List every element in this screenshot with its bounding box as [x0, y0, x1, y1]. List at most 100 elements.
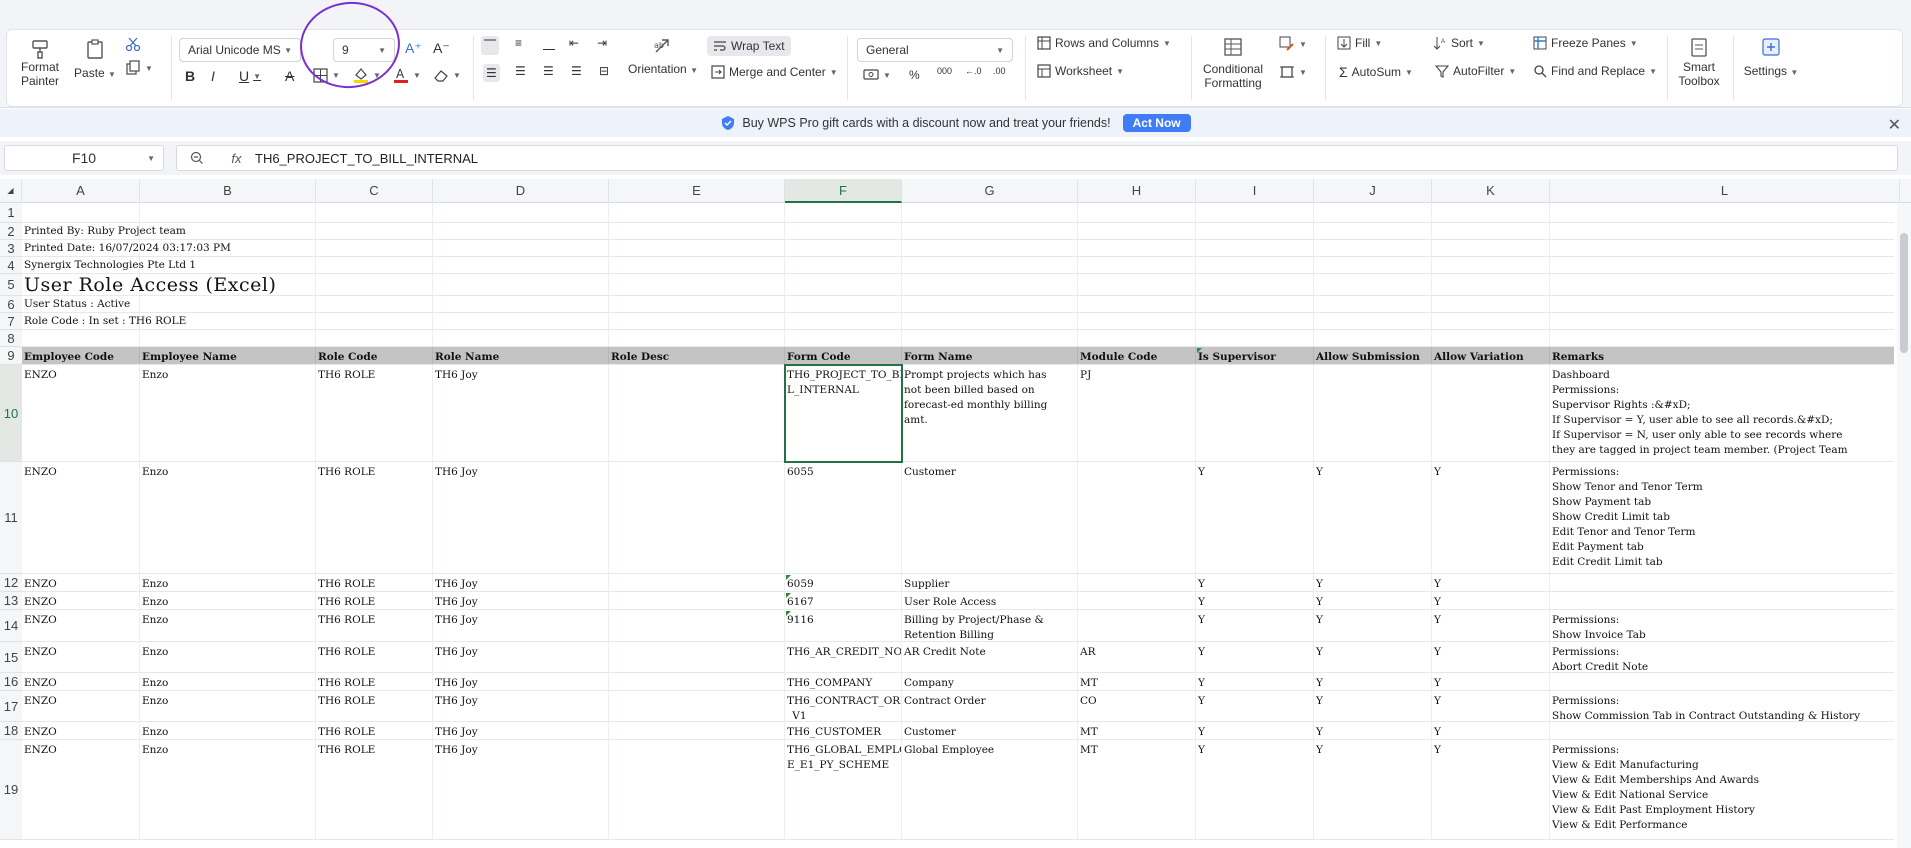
table-cell[interactable]: Y: [1196, 740, 1314, 839]
empty-cell[interactable]: [902, 240, 1078, 256]
table-cell[interactable]: TH6 ROLE: [316, 365, 433, 461]
column-title-form-name[interactable]: Form Name: [902, 347, 1078, 364]
row-header-5[interactable]: 5: [0, 274, 22, 296]
table-cell[interactable]: TH6 ROLE: [316, 462, 433, 573]
table-cell[interactable]: Y: [1432, 691, 1550, 721]
row-header-12[interactable]: 12: [0, 574, 22, 592]
table-cell[interactable]: Enzo: [140, 673, 316, 690]
row-header-9[interactable]: 9: [0, 347, 22, 365]
table-cell[interactable]: Prompt projects which has not been bille…: [902, 365, 1078, 461]
row-header-15[interactable]: 15: [0, 642, 22, 673]
row-header-18[interactable]: 18: [0, 722, 22, 740]
table-cell[interactable]: Y: [1432, 673, 1550, 690]
increase-decimal-button[interactable]: .00: [993, 66, 1006, 76]
empty-cell[interactable]: [785, 313, 902, 329]
empty-cell[interactable]: [433, 257, 609, 273]
empty-cell[interactable]: [1314, 274, 1432, 295]
fill-button[interactable]: Fill ▼: [1337, 36, 1382, 50]
currency-format-button[interactable]: ▼: [863, 68, 891, 82]
table-cell[interactable]: [609, 574, 785, 591]
table-cell[interactable]: Y: [1432, 740, 1550, 839]
table-cell[interactable]: Customer: [902, 462, 1078, 573]
table-cell[interactable]: [609, 610, 785, 641]
table-cell[interactable]: ENZO: [22, 610, 140, 641]
empty-cell[interactable]: [785, 257, 902, 273]
empty-cell[interactable]: [902, 274, 1078, 295]
table-cell[interactable]: [609, 592, 785, 609]
column-header-c[interactable]: C: [316, 179, 433, 203]
empty-cell[interactable]: [1432, 203, 1550, 222]
freeze-panes-button[interactable]: Freeze Panes ▼: [1533, 36, 1638, 50]
table-cell[interactable]: MT: [1078, 722, 1196, 739]
table-cell[interactable]: TH6 ROLE: [316, 673, 433, 690]
empty-cell[interactable]: [1314, 296, 1432, 312]
table-cell[interactable]: 6167: [785, 592, 902, 609]
row-header-13[interactable]: 13: [0, 592, 22, 610]
table-cell[interactable]: [1314, 365, 1432, 461]
distributed-button[interactable]: ⊟: [599, 64, 609, 78]
table-cell[interactable]: ENZO: [22, 642, 140, 672]
justify-button[interactable]: ☰: [571, 64, 582, 78]
empty-cell[interactable]: [1314, 313, 1432, 329]
table-cell[interactable]: Enzo: [140, 462, 316, 573]
table-cell[interactable]: Enzo: [140, 642, 316, 672]
table-cell[interactable]: [609, 462, 785, 573]
table-cell[interactable]: Y: [1314, 610, 1432, 641]
empty-cell[interactable]: [609, 257, 785, 273]
increase-font-button[interactable]: A⁺: [405, 40, 422, 57]
empty-cell[interactable]: [1432, 330, 1550, 346]
table-cell[interactable]: TH6 Joy: [433, 574, 609, 591]
table-cell[interactable]: 9116: [785, 610, 902, 641]
table-cell[interactable]: [1078, 610, 1196, 641]
percent-button[interactable]: %: [909, 68, 920, 82]
table-cell[interactable]: Y: [1196, 673, 1314, 690]
formula-input[interactable]: fx TH6_PROJECT_TO_BILL_INTERNAL: [176, 145, 1898, 171]
align-bottom-button[interactable]: ⎽: [543, 36, 555, 51]
table-cell[interactable]: ENZO: [22, 740, 140, 839]
empty-cell[interactable]: [1196, 296, 1314, 312]
increase-indent-button[interactable]: ⇥: [597, 36, 607, 50]
empty-cell[interactable]: [316, 223, 433, 239]
table-cell[interactable]: [1550, 592, 1900, 609]
empty-cell[interactable]: [433, 274, 609, 295]
column-title-allow-variation[interactable]: Allow Variation: [1432, 347, 1550, 364]
wrap-text-button[interactable]: Wrap Text: [707, 36, 791, 56]
table-cell[interactable]: Dashboard Permissions: Supervisor Rights…: [1550, 365, 1900, 461]
align-top-button[interactable]: ⎺: [481, 36, 500, 55]
align-right-button[interactable]: ☰: [543, 64, 554, 78]
column-title-is-supervisor[interactable]: Is Supervisor: [1196, 347, 1314, 364]
empty-cell[interactable]: [316, 296, 433, 312]
row-header-6[interactable]: 6: [0, 296, 22, 313]
empty-cell[interactable]: [902, 330, 1078, 346]
empty-cell[interactable]: [1078, 296, 1196, 312]
align-left-button[interactable]: ☰: [483, 64, 500, 82]
empty-cell[interactable]: [902, 223, 1078, 239]
table-cell[interactable]: TH6 ROLE: [316, 722, 433, 739]
empty-cell[interactable]: [22, 203, 140, 222]
table-cell[interactable]: Y: [1432, 722, 1550, 739]
table-cell[interactable]: AR Credit Note: [902, 642, 1078, 672]
table-cell[interactable]: [1078, 574, 1196, 591]
table-cell[interactable]: TH6_GLOBAL_EMPLOYE E_E1_PY_SCHEME: [785, 740, 902, 839]
empty-cell[interactable]: [609, 240, 785, 256]
empty-cell[interactable]: [316, 313, 433, 329]
empty-cell[interactable]: [140, 296, 316, 312]
table-cell[interactable]: ENZO: [22, 722, 140, 739]
empty-cell[interactable]: [902, 257, 1078, 273]
worksheet-button[interactable]: Worksheet ▼: [1037, 64, 1124, 78]
table-cell[interactable]: [609, 722, 785, 739]
empty-cell[interactable]: [22, 330, 140, 346]
table-cell[interactable]: Y: [1314, 673, 1432, 690]
thousands-button[interactable]: 000: [937, 66, 952, 76]
table-cell[interactable]: TH6 ROLE: [316, 691, 433, 721]
table-cell[interactable]: Y: [1314, 740, 1432, 839]
empty-cell[interactable]: [1078, 274, 1196, 295]
table-cell[interactable]: Global Employee: [902, 740, 1078, 839]
table-cell[interactable]: Supplier: [902, 574, 1078, 591]
cell-style-button[interactable]: ▼: [1279, 36, 1307, 52]
empty-cell[interactable]: [1078, 257, 1196, 273]
empty-cell[interactable]: [316, 330, 433, 346]
table-cell[interactable]: Y: [1314, 642, 1432, 672]
underline-button[interactable]: U ▼: [239, 68, 261, 84]
table-cell[interactable]: Enzo: [140, 740, 316, 839]
